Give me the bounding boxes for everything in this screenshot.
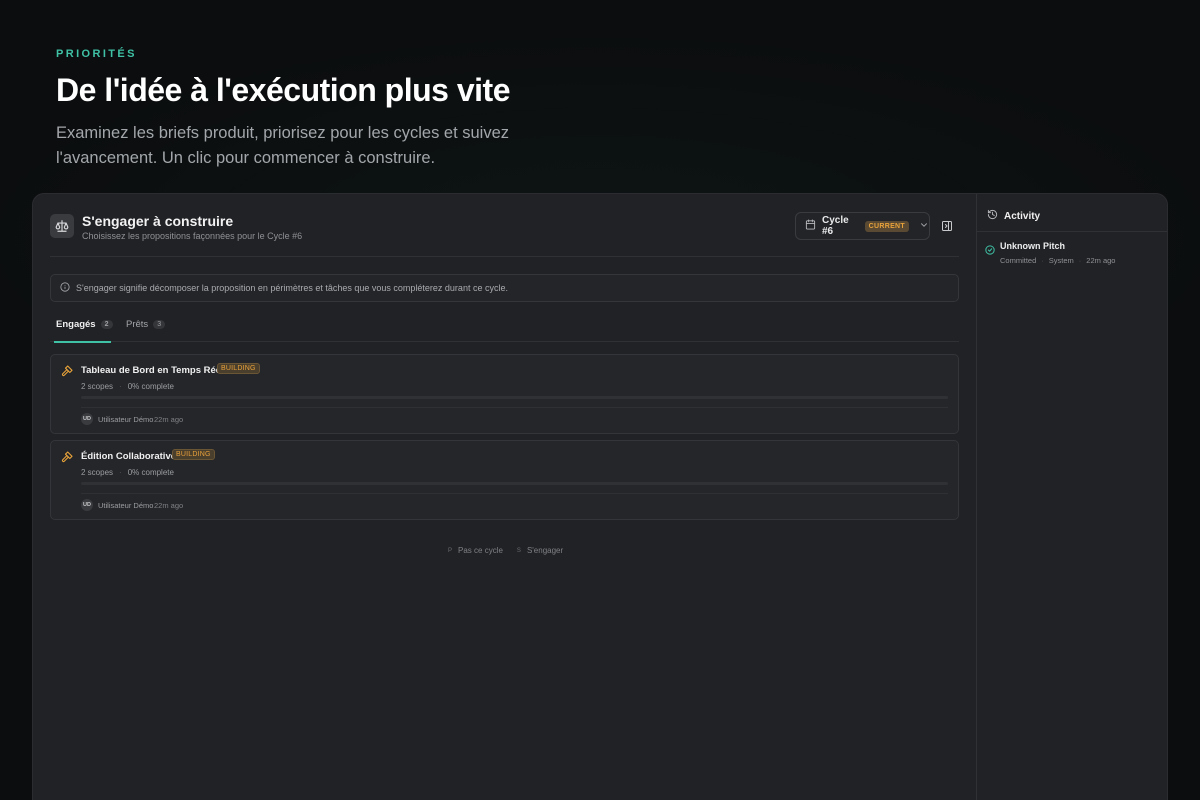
skip-cycle-label: Pas ce cycle	[458, 546, 503, 555]
card-user: Utilisateur Démo	[98, 415, 154, 424]
info-text: S'engager signifie décomposer la proposi…	[76, 283, 508, 293]
history-icon	[987, 207, 998, 225]
tabs: Engagés 2 Prêts 3	[50, 319, 959, 343]
page-title: S'engager à construire	[82, 213, 234, 229]
activity-item-meta: Committed · System · 22m ago	[1000, 256, 1115, 265]
progress-bar	[81, 482, 948, 485]
cycle-selector[interactable]: Cycle #6 CURRENT	[795, 212, 930, 240]
app-window: S'engager à construire Choisissez les pr…	[32, 193, 1168, 800]
tab-count: 2	[100, 320, 113, 329]
commit-button[interactable]: S S'engager	[517, 546, 563, 555]
activity-title: Activity	[1004, 210, 1041, 222]
card-divider	[81, 407, 948, 408]
commit-label: S'engager	[526, 546, 564, 555]
progress-bar	[81, 396, 948, 399]
skip-cycle-button[interactable]: P Pas ce cycle	[448, 546, 503, 555]
tab-engaged[interactable]: Engagés 2	[54, 319, 113, 343]
card-title: Tableau de Bord en Temps Réel	[81, 365, 224, 376]
avatar: UD	[81, 499, 93, 511]
shortcut-key: P	[448, 547, 453, 554]
hero-eyebrow: PRIORITÉS	[56, 48, 137, 60]
chevron-down-icon	[919, 217, 929, 235]
cycle-label: Cycle #6	[822, 215, 849, 237]
progress-text: 0% complete	[127, 382, 174, 391]
footer-actions: P Pas ce cycle S S'engager	[448, 546, 563, 555]
status-badge: BUILDING	[217, 363, 260, 374]
check-circle-icon	[985, 242, 995, 260]
tab-count: 3	[153, 320, 166, 329]
hammer-icon	[61, 450, 73, 463]
hero-subtitle: Examinez les briefs produit, priorisez p…	[56, 124, 510, 167]
activity-time: 22m ago	[1086, 256, 1116, 265]
page-subtitle: Choisissez les propositions façonnées po…	[82, 231, 303, 241]
header-divider	[50, 256, 959, 257]
card-time: 22m ago	[154, 415, 184, 424]
progress-text: 0% complete	[127, 468, 174, 477]
scopes-count: 2 scopes	[81, 382, 114, 391]
card-meta: 2 scopes · 0% complete	[81, 382, 174, 391]
activity-divider	[977, 231, 1167, 232]
pitch-card[interactable]: Édition Collaborative BUILDING 2 scopes …	[50, 440, 959, 520]
shortcut-key: S	[516, 547, 521, 554]
separator: ·	[1078, 256, 1082, 265]
calendar-icon	[805, 217, 816, 235]
current-badge: CURRENT	[864, 220, 909, 232]
hammer-icon	[61, 364, 73, 377]
activity-header: Activity	[987, 207, 1040, 225]
main-panel: S'engager à construire Choisissez les pr…	[33, 194, 976, 800]
tab-label: Engagés	[56, 319, 96, 330]
activity-actor: System	[1048, 256, 1074, 265]
scopes-count: 2 scopes	[81, 468, 114, 477]
info-banner: S'engager signifie décomposer la proposi…	[50, 274, 959, 302]
card-time: 22m ago	[154, 501, 184, 510]
info-icon	[60, 279, 70, 297]
pitch-card[interactable]: Tableau de Bord en Temps Réel BUILDING 2…	[50, 354, 959, 434]
tab-label: Prêts	[126, 319, 149, 330]
panel-toggle-icon[interactable]	[941, 219, 955, 233]
card-user: Utilisateur Démo	[98, 501, 154, 510]
hero: PRIORITÉS De l'idée à l'exécution plus v…	[56, 48, 656, 171]
tab-ready[interactable]: Prêts 3	[126, 319, 166, 342]
activity-item-title: Unknown Pitch	[1000, 241, 1065, 251]
scale-icon	[50, 214, 74, 238]
status-badge: BUILDING	[172, 449, 215, 460]
card-title: Édition Collaborative	[81, 451, 177, 462]
separator: ·	[119, 468, 122, 477]
avatar: UD	[81, 413, 93, 425]
card-meta: 2 scopes · 0% complete	[81, 468, 174, 477]
hero-title: De l'idée à l'exécution plus vite	[56, 72, 510, 108]
separator: ·	[1041, 256, 1044, 265]
separator: ·	[119, 382, 122, 391]
activity-status: Committed	[1000, 256, 1037, 265]
card-divider	[81, 493, 948, 494]
activity-panel: Activity Unknown Pitch Committed · Syste…	[976, 194, 1167, 800]
